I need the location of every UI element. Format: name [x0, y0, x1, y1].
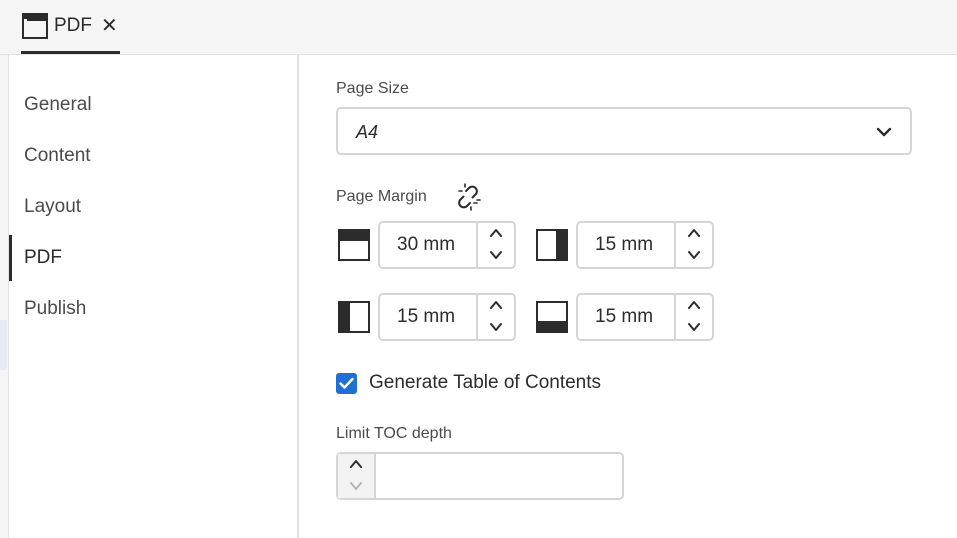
margin-right-icon [536, 229, 568, 266]
sidebar-item-pdf[interactable]: PDF [9, 235, 295, 281]
margin-left-input[interactable] [380, 295, 480, 339]
margin-right-stepper [576, 221, 714, 269]
sidebar-item-label: General [24, 94, 92, 115]
decrement-button[interactable] [478, 317, 514, 339]
tab-pdf[interactable]: PDF ✕ [21, 0, 120, 54]
left-strip [0, 55, 9, 538]
margin-left-icon [338, 301, 370, 338]
sidebar-item-label: Content [24, 145, 91, 166]
increment-button[interactable] [478, 295, 514, 317]
margin-top-input[interactable] [380, 223, 480, 267]
sidebar: General Content Layout PDF Publish [9, 55, 299, 538]
toc-depth-stepper [336, 452, 624, 500]
decrement-button[interactable] [676, 245, 712, 267]
increment-button[interactable] [478, 223, 514, 245]
page-size-value: A4 [356, 122, 379, 142]
left-strip-highlight [0, 320, 7, 370]
margin-top-stepper [378, 221, 516, 269]
toc-depth-label: Limit TOC depth [336, 425, 452, 442]
margin-left-stepper [378, 293, 516, 341]
page-size-label: Page Size [336, 80, 409, 97]
sidebar-item-content[interactable]: Content [9, 133, 295, 179]
decrement-button[interactable] [478, 245, 514, 267]
margin-top-stepper-buttons [476, 223, 514, 267]
increment-button[interactable] [676, 223, 712, 245]
toc-depth-stepper-buttons [338, 454, 376, 498]
generate-toc-label[interactable]: Generate Table of Contents [369, 372, 601, 394]
chevron-down-icon [876, 125, 892, 143]
unlink-icon[interactable] [454, 183, 482, 216]
margin-top-icon [338, 229, 370, 266]
decrement-button[interactable] [676, 317, 712, 339]
sidebar-item-label: PDF [24, 247, 62, 268]
margin-bottom-input[interactable] [578, 295, 678, 339]
decrement-button [338, 476, 374, 498]
margin-bottom-icon [536, 301, 568, 338]
margin-left-stepper-buttons [476, 295, 514, 339]
toc-depth-input[interactable] [376, 454, 624, 500]
margin-bottom-stepper-buttons [674, 295, 712, 339]
page-size-select[interactable]: A4 [336, 107, 912, 155]
margin-right-stepper-buttons [674, 223, 712, 267]
close-icon[interactable]: ✕ [101, 13, 118, 39]
sidebar-item-layout[interactable]: Layout [9, 184, 295, 230]
sidebar-item-label: Layout [24, 196, 82, 217]
margin-right-input[interactable] [578, 223, 678, 267]
sidebar-item-publish[interactable]: Publish [9, 286, 295, 332]
increment-button[interactable] [338, 454, 374, 476]
tab-label: PDF [54, 15, 92, 36]
increment-button[interactable] [676, 295, 712, 317]
margin-bottom-stepper [576, 293, 714, 341]
page-margin-label: Page Margin [336, 188, 427, 205]
sidebar-item-label: Publish [24, 298, 87, 319]
tab-bar: PDF ✕ [0, 0, 957, 55]
generate-toc-checkbox[interactable] [336, 373, 357, 394]
window-icon [22, 13, 48, 44]
sidebar-item-general[interactable]: General [9, 82, 295, 128]
